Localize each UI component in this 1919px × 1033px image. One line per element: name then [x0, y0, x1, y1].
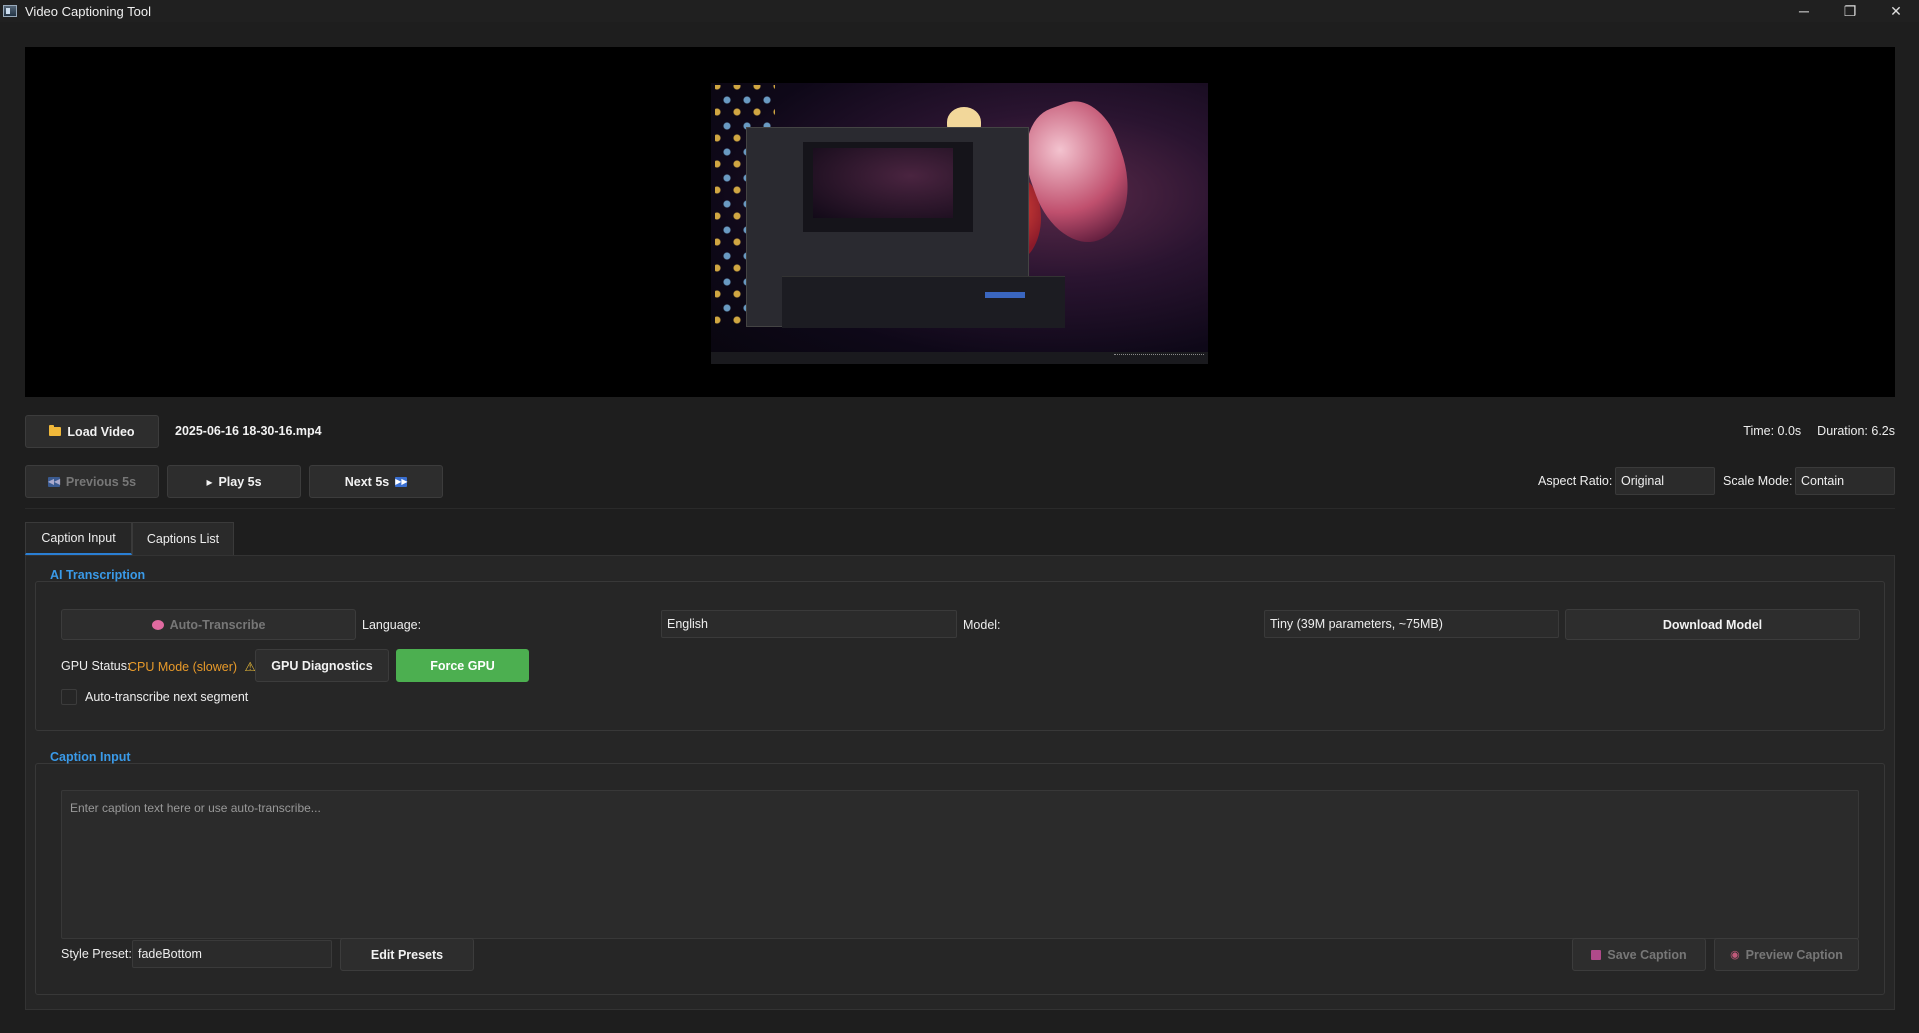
brain-icon [151, 619, 164, 630]
tab-captions-list[interactable]: Captions List [132, 522, 234, 555]
style-preset-select[interactable]: fadeBottom [132, 940, 332, 968]
ai-transcription-title: AI Transcription [50, 568, 146, 582]
auto-transcribe-next-checkbox[interactable] [61, 689, 77, 705]
maximize-button[interactable]: ❐ [1827, 0, 1873, 22]
save-caption-label: Save Caption [1607, 947, 1687, 962]
minimize-button[interactable]: ─ [1781, 0, 1827, 22]
video-file-name: 2025-06-16 18-30-16.mp4 [175, 424, 322, 438]
aspect-ratio-label: Aspect Ratio: [1538, 474, 1613, 488]
scale-mode-label: Scale Mode: [1723, 474, 1793, 488]
window-title: Video Captioning Tool [25, 3, 152, 19]
load-video-label: Load Video [67, 424, 135, 439]
recorded-window [746, 127, 1065, 328]
app-icon [3, 5, 17, 17]
caption-textarea[interactable]: Enter caption text here or use auto-tran… [61, 790, 1859, 939]
load-video-button[interactable]: Load Video [25, 415, 159, 448]
video-frame [711, 83, 1208, 364]
save-caption-button[interactable]: Save Caption [1572, 938, 1706, 971]
rewind-icon: ◀◀ [47, 476, 61, 487]
previous-label: Previous 5s [65, 474, 137, 489]
duration-readout: Duration: 6.2s [1817, 424, 1895, 438]
previous-5s-button[interactable]: ◀◀ Previous 5s [25, 465, 159, 498]
gpu-status-text: CPU Mode (slower) [128, 660, 238, 674]
style-preset-label: Style Preset: [61, 947, 132, 961]
play-5s-button[interactable]: ▸ Play 5s [167, 465, 301, 498]
edit-presets-button[interactable]: Edit Presets [340, 938, 474, 971]
next-label: Next 5s [344, 474, 390, 489]
divider [25, 508, 1895, 509]
gpu-status-value: CPU Mode (slower) ⚠ [128, 659, 256, 674]
preview-caption-button[interactable]: ◉ Preview Caption [1714, 938, 1859, 971]
recorded-taskbar [711, 352, 1208, 364]
aspect-ratio-select[interactable]: Original [1615, 467, 1715, 495]
window-controls: ─ ❐ ✕ [1781, 0, 1919, 22]
floppy-disk-icon [1591, 949, 1602, 960]
time-info: Time: 0.0s Duration: 6.2s [1743, 424, 1895, 438]
model-label: Model: [963, 618, 1001, 632]
play-label: Play 5s [218, 474, 262, 489]
recorded-dock [782, 276, 1065, 328]
close-button[interactable]: ✕ [1873, 0, 1919, 22]
model-select[interactable]: Tiny (39M parameters, ~75MB) [1264, 610, 1559, 638]
language-select[interactable]: English [661, 610, 957, 638]
force-gpu-button[interactable]: Force GPU [396, 649, 529, 682]
time-readout: Time: 0.0s [1743, 424, 1802, 438]
eye-icon: ◉ [1730, 949, 1740, 961]
language-label: Language: [362, 618, 422, 632]
title-bar: Video Captioning Tool ─ ❐ ✕ [0, 0, 1919, 22]
gpu-status-label: GPU Status: [61, 659, 131, 673]
preview-caption-label: Preview Caption [1745, 947, 1843, 962]
auto-transcribe-next-label: Auto-transcribe next segment [85, 690, 249, 704]
auto-transcribe-button[interactable]: Auto-Transcribe [61, 609, 356, 640]
recorded-button [985, 292, 1025, 298]
next-5s-button[interactable]: Next 5s ▶▶ [309, 465, 443, 498]
auto-transcribe-label: Auto-Transcribe [169, 617, 266, 632]
caption-input-title: Caption Input [50, 750, 131, 764]
download-model-button[interactable]: Download Model [1565, 609, 1860, 640]
fast-forward-icon: ▶▶ [395, 476, 408, 487]
scale-mode-select[interactable]: Contain [1795, 467, 1895, 495]
folder-icon [49, 425, 62, 436]
play-icon: ▸ [206, 474, 213, 489]
gpu-diagnostics-button[interactable]: GPU Diagnostics [255, 649, 389, 682]
video-preview[interactable] [25, 47, 1895, 397]
tab-caption-input[interactable]: Caption Input [25, 522, 132, 555]
recorded-preview-nested [813, 148, 953, 218]
recorded-tray [1114, 354, 1204, 360]
